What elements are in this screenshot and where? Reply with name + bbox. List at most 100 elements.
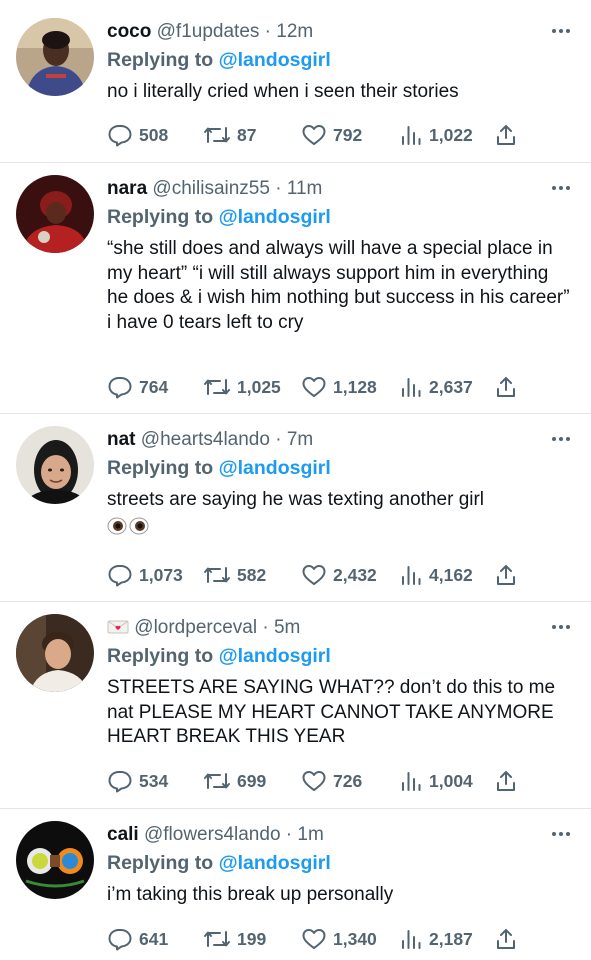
timestamp[interactable]: 1m [297, 824, 323, 845]
like-button[interactable]: 726 [301, 767, 362, 795]
like-count: 1,128 [333, 376, 377, 397]
like-count: 726 [333, 770, 363, 791]
reply-button[interactable]: 534 [107, 767, 168, 795]
replying-to: Replying to @landosgirl [107, 849, 573, 877]
retweet-button[interactable]: 699 [203, 767, 266, 795]
like-icon [301, 927, 327, 951]
like-button[interactable]: 2,432 [301, 561, 377, 589]
share-icon [495, 123, 517, 147]
action-bar: 534 699 726 1,004 [107, 767, 573, 795]
like-button[interactable]: 792 [301, 121, 362, 149]
timestamp[interactable]: 11m [287, 178, 323, 199]
user-handle[interactable]: @hearts4lando [141, 429, 270, 450]
timestamp[interactable]: 12m [276, 21, 313, 42]
share-button[interactable] [495, 561, 517, 589]
tweet-header: cali @flowers4lando · 1m [107, 821, 573, 849]
avatar[interactable] [16, 18, 94, 96]
views-icon [399, 927, 423, 951]
reply-icon [107, 769, 133, 793]
retweet-button[interactable]: 199 [203, 925, 266, 953]
share-button[interactable] [495, 767, 517, 795]
user-handle[interactable]: @lordperceval [134, 617, 257, 638]
retweet-button[interactable]: 1,025 [203, 373, 281, 401]
like-button[interactable]: 1,340 [301, 925, 377, 953]
like-button[interactable]: 1,128 [301, 373, 377, 401]
avatar[interactable] [16, 614, 94, 692]
more-icon[interactable] [549, 614, 573, 642]
reply-button[interactable]: 764 [107, 373, 168, 401]
tweet[interactable]: @lordperceval · 5m Replying to @landosgi… [0, 602, 591, 809]
like-icon [301, 123, 327, 147]
replying-to: Replying to @landosgirl [107, 642, 573, 670]
tweet[interactable]: nat @hearts4lando · 7m Replying to @land… [0, 414, 591, 602]
reply-button[interactable]: 641 [107, 925, 168, 953]
share-button[interactable] [495, 925, 517, 953]
reply-count: 534 [139, 770, 169, 791]
avatar[interactable] [16, 821, 94, 899]
reply-icon [107, 927, 133, 951]
views-button[interactable]: 1,004 [399, 767, 473, 795]
replying-to-label: Replying to [107, 206, 214, 228]
views-count: 1,004 [429, 770, 473, 791]
retweet-button[interactable]: 87 [203, 121, 256, 149]
mention-link[interactable]: @landosgirl [219, 645, 331, 667]
like-count: 792 [333, 124, 363, 145]
like-count: 2,432 [333, 564, 377, 585]
views-button[interactable]: 4,162 [399, 561, 473, 589]
user-handle[interactable]: @chilisainz55 [152, 178, 270, 199]
avatar[interactable] [16, 426, 94, 504]
separator-dot: · [275, 178, 282, 199]
mention-link[interactable]: @landosgirl [219, 457, 331, 479]
more-icon[interactable] [549, 426, 573, 454]
replying-to: Replying to @landosgirl [107, 203, 573, 231]
reply-button[interactable]: 508 [107, 121, 168, 149]
retweet-icon [203, 927, 231, 951]
retweet-count: 87 [237, 124, 257, 145]
views-count: 2,187 [429, 928, 473, 949]
more-icon[interactable] [549, 175, 573, 203]
more-icon[interactable] [549, 821, 573, 849]
separator-dot: · [285, 824, 293, 845]
retweet-count: 199 [237, 928, 267, 949]
user-handle[interactable]: @f1updates [157, 21, 260, 42]
display-name[interactable]: coco [107, 21, 151, 42]
share-button[interactable] [495, 121, 517, 149]
reply-count: 764 [139, 376, 169, 397]
replying-to-label: Replying to [107, 457, 214, 479]
more-icon[interactable] [549, 18, 573, 46]
views-icon [399, 375, 423, 399]
reply-button[interactable]: 1,073 [107, 561, 183, 589]
tweet[interactable]: coco @f1updates · 12m Replying to @lando… [0, 0, 591, 163]
reply-count: 508 [139, 124, 169, 145]
views-button[interactable]: 2,637 [399, 373, 473, 401]
display-name[interactable]: nara [107, 178, 147, 199]
timestamp[interactable]: 7m [287, 429, 313, 450]
replying-to-label: Replying to [107, 645, 214, 667]
reply-icon [107, 563, 133, 587]
display-name[interactable]: cali [107, 824, 139, 845]
retweet-icon [203, 563, 231, 587]
views-button[interactable]: 1,022 [399, 121, 473, 149]
mention-link[interactable]: @landosgirl [219, 206, 331, 228]
mention-link[interactable]: @landosgirl [219, 49, 331, 71]
views-count: 1,022 [429, 124, 473, 145]
avatar[interactable] [16, 175, 94, 253]
retweet-count: 1,025 [237, 376, 281, 397]
mention-link[interactable]: @landosgirl [219, 852, 331, 874]
retweet-button[interactable]: 582 [203, 561, 266, 589]
replying-to-label: Replying to [107, 49, 214, 71]
retweet-count: 582 [237, 564, 267, 585]
tweet[interactable]: nara @chilisainz55 · 11m Replying to @la… [0, 163, 591, 414]
action-bar: 764 1,025 1,128 2,637 [107, 373, 573, 401]
tweet-text: no i literally cried when i seen their s… [107, 81, 459, 102]
timestamp[interactable]: 5m [274, 617, 300, 638]
separator-dot: · [275, 429, 282, 450]
share-button[interactable] [495, 373, 517, 401]
views-button[interactable]: 2,187 [399, 925, 473, 953]
reply-icon [107, 375, 133, 399]
retweet-icon [203, 375, 231, 399]
like-count: 1,340 [333, 928, 377, 949]
tweet[interactable]: cali @flowers4lando · 1m Replying to @la… [0, 809, 591, 960]
display-name[interactable]: nat [107, 429, 136, 450]
user-handle[interactable]: @flowers4lando [144, 824, 281, 845]
